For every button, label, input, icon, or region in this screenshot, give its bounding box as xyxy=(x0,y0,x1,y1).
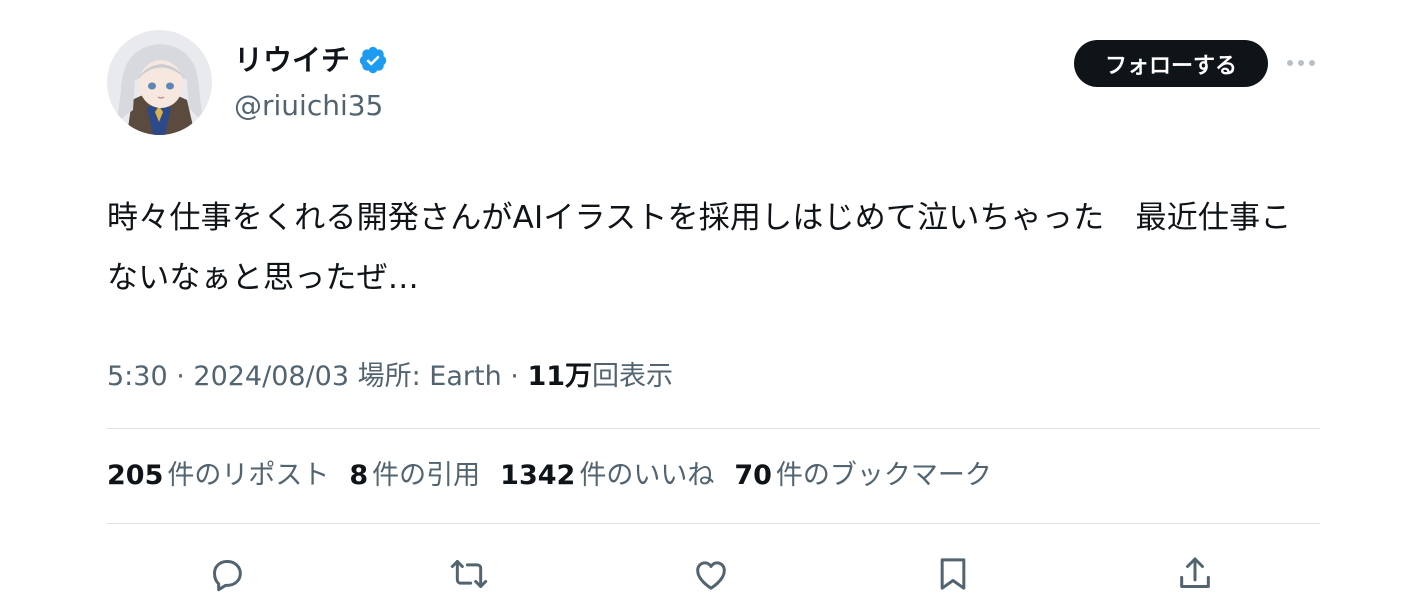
reply-button[interactable] xyxy=(205,552,249,596)
bookmark-button[interactable] xyxy=(931,552,975,596)
user-handle[interactable]: @riuichi35 xyxy=(234,86,383,126)
like-button[interactable] xyxy=(689,552,733,596)
engagement-stats: 205 件のリポスト 8 件の引用 1342 件のいいね 70 件のブックマーク xyxy=(107,453,992,499)
stat-bookmarks[interactable]: 70 件のブックマーク xyxy=(734,453,992,499)
verified-badge-icon xyxy=(359,46,387,74)
like-icon xyxy=(696,561,726,590)
more-dot xyxy=(1287,60,1293,66)
stat-label: 件のブックマーク xyxy=(775,460,992,491)
views-label: 回表示 xyxy=(592,361,674,392)
repost-icon xyxy=(450,560,488,588)
follow-button[interactable]: フォローする xyxy=(1074,40,1268,87)
share-button[interactable] xyxy=(1173,552,1217,596)
display-name[interactable]: リウイチ xyxy=(234,40,350,80)
stat-label: 件のリポスト xyxy=(167,460,330,491)
tweet-date[interactable]: 2024/08/03 xyxy=(193,361,349,392)
more-dot xyxy=(1309,60,1315,66)
action-bar xyxy=(0,552,1427,598)
divider xyxy=(107,428,1320,429)
tweet-location: 場所: Earth xyxy=(349,361,502,392)
avatar[interactable] xyxy=(107,30,212,135)
stat-quotes[interactable]: 8 件の引用 xyxy=(349,453,480,499)
tweet-time[interactable]: 5:30 xyxy=(107,361,168,392)
reply-icon xyxy=(213,560,242,592)
stat-count: 1342 xyxy=(500,460,576,491)
bookmark-icon xyxy=(940,558,966,590)
stat-count: 70 xyxy=(734,460,772,491)
divider xyxy=(107,523,1320,524)
stat-label: 件のいいね xyxy=(579,460,715,491)
tweet-meta: 5:30 · 2024/08/03 場所: Earth · 11万回表示 xyxy=(107,354,673,400)
stat-count: 205 xyxy=(107,460,164,491)
tweet-text: 時々仕事をくれる開発さんがAIイラストを採用しはじめて泣いちゃった 最近仕事こな… xyxy=(107,200,1292,296)
meta-separator: · xyxy=(167,361,194,392)
meta-separator: · xyxy=(501,361,528,392)
stat-label: 件の引用 xyxy=(372,460,481,491)
more-icon[interactable] xyxy=(1283,51,1319,75)
share-icon xyxy=(1180,557,1210,588)
repost-button[interactable] xyxy=(447,552,491,596)
stat-reposts[interactable]: 205 件のリポスト xyxy=(107,453,329,499)
stat-count: 8 xyxy=(349,460,369,491)
more-dot xyxy=(1298,60,1304,66)
stat-likes[interactable]: 1342 件のいいね xyxy=(500,453,714,499)
views-count: 11万 xyxy=(527,361,593,392)
